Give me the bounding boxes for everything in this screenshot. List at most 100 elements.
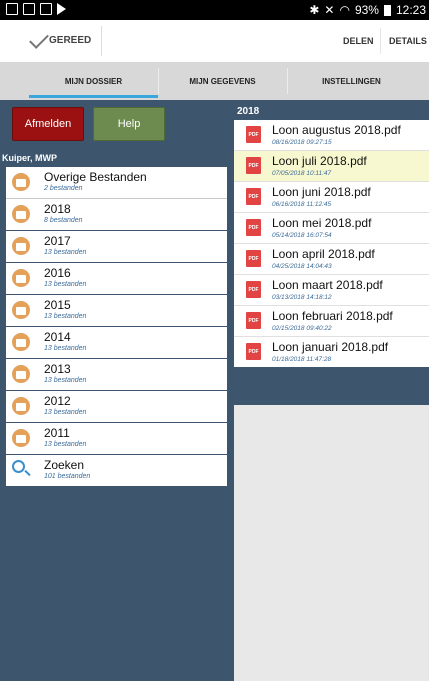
status-system: ✱ ✕ ◠ 93% 12:23 [309, 3, 426, 17]
folder-icon [12, 205, 30, 223]
divider [380, 28, 381, 54]
file-list: PDF Loon augustus 2018.pdf 08/16/2018 09… [234, 120, 429, 367]
folder-icon [12, 365, 30, 383]
folder-icon [12, 397, 30, 415]
done-button[interactable]: GEREED [14, 20, 102, 62]
folder-count: 8 bestanden [44, 217, 83, 224]
folder-item-2013[interactable]: 2013 13 bestanden [6, 359, 227, 391]
image-icon [23, 3, 35, 15]
folder-item-2017[interactable]: 2017 13 bestanden [6, 231, 227, 263]
pdf-icon: PDF [246, 250, 261, 267]
folders-pane: Afmelden Help Kuiper, MWP Overige Bestan… [0, 100, 234, 681]
pdf-icon: PDF [246, 126, 261, 143]
folder-title: Overige Bestanden [44, 170, 147, 184]
folder-list: Overige Bestanden 2 bestanden 2018 8 bes… [6, 167, 227, 486]
folder-item-2015[interactable]: 2015 13 bestanden [6, 295, 227, 327]
pdf-icon: PDF [246, 157, 261, 174]
file-date: 04/25/2018 14:04:43 [272, 263, 332, 270]
file-title: Loon april 2018.pdf [272, 247, 375, 261]
year-label: 2018 [237, 106, 260, 117]
folder-count: 13 bestanden [44, 409, 87, 416]
play-icon [57, 3, 66, 15]
folder-title: 2018 [44, 202, 71, 216]
calendar-icon [6, 3, 18, 15]
folder-title: 2012 [44, 394, 71, 408]
search-icon [12, 460, 25, 473]
file-title: Loon maart 2018.pdf [272, 278, 383, 292]
file-date: 08/16/2018 09:27:15 [272, 139, 332, 146]
folder-count: 101 bestanden [44, 473, 91, 480]
folder-count: 13 bestanden [44, 313, 87, 320]
bluetooth-icon: ✱ [309, 3, 320, 17]
pdf-icon: PDF [246, 219, 261, 236]
divider [101, 26, 102, 56]
folder-icon [12, 269, 30, 287]
file-title: Loon juli 2018.pdf [272, 154, 367, 168]
folder-count: 13 bestanden [44, 281, 87, 288]
file-item[interactable]: PDF Loon april 2018.pdf 04/25/2018 14:04… [234, 244, 429, 275]
folder-count: 2 bestanden [44, 185, 83, 192]
files-header-area: 2018 PDF Loon augustus 2018.pdf 08/16/20… [234, 100, 429, 405]
folder-item-2012[interactable]: 2012 13 bestanden [6, 391, 227, 423]
battery-percent: 93% [354, 3, 379, 17]
pdf-icon: PDF [246, 188, 261, 205]
file-title: Loon januari 2018.pdf [272, 340, 389, 354]
status-notifications [6, 3, 66, 15]
folder-item-2018[interactable]: 2018 8 bestanden [6, 199, 227, 231]
folder-item-2011[interactable]: 2011 13 bestanden [6, 423, 227, 455]
folder-title: 2014 [44, 330, 71, 344]
folder-count: 13 bestanden [44, 441, 87, 448]
user-name: Kuiper, MWP [0, 150, 230, 167]
tab-my-data[interactable]: MIJN GEGEVENS [158, 62, 287, 100]
folder-item-2014[interactable]: 2014 13 bestanden [6, 327, 227, 359]
folder-title: Zoeken [44, 458, 85, 472]
battery-icon [383, 4, 391, 16]
pdf-icon: PDF [246, 343, 261, 360]
file-date: 02/15/2018 09:40:22 [272, 325, 332, 332]
file-date: 07/05/2018 10:11:47 [272, 170, 332, 177]
tab-settings[interactable]: INSTELLINGEN [287, 62, 416, 100]
folder-count: 13 bestanden [44, 249, 87, 256]
file-title: Loon augustus 2018.pdf [272, 123, 401, 137]
mute-icon: ✕ [324, 3, 335, 17]
file-item[interactable]: PDF Loon mei 2018.pdf 05/14/2018 16:07:5… [234, 213, 429, 244]
file-item[interactable]: PDF Loon augustus 2018.pdf 08/16/2018 09… [234, 120, 429, 151]
file-item[interactable]: PDF Loon januari 2018.pdf 01/18/2018 11:… [234, 337, 429, 367]
wifi-icon: ◠ [339, 3, 350, 17]
folder-count: 13 bestanden [44, 377, 87, 384]
action-bar: GEREED DELEN DETAILS [0, 20, 429, 63]
pdf-icon: PDF [246, 281, 261, 298]
folder-item-search[interactable]: Zoeken 101 bestanden [6, 455, 227, 486]
status-bar: ✱ ✕ ◠ 93% 12:23 [0, 0, 429, 20]
file-title: Loon juni 2018.pdf [272, 185, 371, 199]
folder-title: 2011 [44, 426, 70, 440]
logout-button[interactable]: Afmelden [12, 107, 84, 141]
details-button[interactable]: DETAILS [389, 36, 427, 46]
folder-count: 13 bestanden [44, 345, 87, 352]
clock: 12:23 [395, 3, 426, 17]
calendar-icon [40, 3, 52, 15]
folder-title: 2017 [44, 234, 71, 248]
file-date: 06/16/2018 11:12:45 [272, 201, 332, 208]
file-title: Loon februari 2018.pdf [272, 309, 393, 323]
file-date: 01/18/2018 11:47:28 [272, 356, 332, 363]
folder-icon [12, 173, 30, 191]
active-tab-indicator [29, 95, 158, 98]
folder-title: 2016 [44, 266, 71, 280]
folder-icon [12, 429, 30, 447]
file-title: Loon mei 2018.pdf [272, 216, 372, 230]
folder-item-overige[interactable]: Overige Bestanden 2 bestanden [6, 167, 227, 199]
file-item[interactable]: PDF Loon februari 2018.pdf 02/15/2018 09… [234, 306, 429, 337]
folder-icon [12, 237, 30, 255]
folder-title: 2015 [44, 298, 71, 312]
help-button[interactable]: Help [93, 107, 165, 141]
file-item[interactable]: PDF Loon juni 2018.pdf 06/16/2018 11:12:… [234, 182, 429, 213]
share-button[interactable]: DELEN [343, 36, 374, 46]
folder-item-2016[interactable]: 2016 13 bestanden [6, 263, 227, 295]
folder-icon [12, 333, 30, 351]
checkmark-icon [29, 29, 49, 49]
file-item[interactable]: PDF Loon maart 2018.pdf 03/13/2018 14:18… [234, 275, 429, 306]
file-item-selected[interactable]: PDF Loon juli 2018.pdf 07/05/2018 10:11:… [234, 151, 429, 182]
file-date: 03/13/2018 14:18:12 [272, 294, 332, 301]
folder-title: 2013 [44, 362, 71, 376]
